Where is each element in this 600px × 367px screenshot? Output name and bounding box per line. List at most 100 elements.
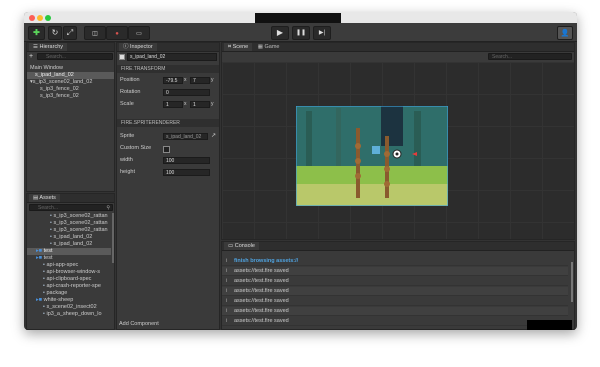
scale-y-input[interactable]: 1: [190, 101, 210, 108]
position-x-input[interactable]: -79.5: [163, 77, 183, 84]
hierarchy-node[interactable]: s_ip3_fence_02: [27, 93, 114, 100]
asset-item[interactable]: ▪ s_ipad_land_02: [27, 234, 111, 241]
height-label: height: [120, 169, 135, 175]
layout-toggle-button[interactable]: ▭: [128, 26, 150, 40]
asset-item[interactable]: ▪ s_ip3_scene02_rattan: [27, 227, 111, 234]
console-log-row[interactable]: i assets://test.fire saved: [222, 267, 568, 276]
pause-button[interactable]: ❚❚: [292, 26, 310, 40]
asset-item[interactable]: ▪ package: [27, 290, 111, 297]
transform-section-header[interactable]: FIRE.TRANSFORM: [117, 65, 219, 73]
add-node-button[interactable]: +: [29, 53, 37, 60]
play-button[interactable]: ▶: [271, 26, 289, 40]
console-log-row[interactable]: i finish browsing assets://: [222, 257, 568, 266]
selected-sprite: [372, 146, 380, 154]
position-y-input[interactable]: 7: [190, 77, 210, 84]
position-y-axis: y: [211, 77, 214, 83]
assets-panel: ▤ Assets Search... ⚲ ▪ s_ip3_scene02_ratt…: [26, 193, 115, 330]
rotation-input[interactable]: 0: [163, 89, 210, 96]
hierarchy-node[interactable]: ▾s_ip3_scene02_land_02: [27, 79, 114, 86]
sprite-section-header[interactable]: FIRE.SPRITERENDERER: [117, 119, 219, 127]
hierarchy-search-input[interactable]: Search...: [37, 53, 113, 60]
hierarchy-node-label: s_ip3_fence_02: [40, 93, 79, 99]
move-tool-button[interactable]: ✚: [28, 26, 45, 40]
tree-trunk: [414, 111, 421, 166]
assets-scrollbar[interactable]: [112, 213, 114, 263]
asset-item-label: s_ipad_land_02: [53, 241, 93, 247]
console-log-text: assets://test.fire saved: [234, 288, 289, 294]
minimize-window-button[interactable]: [37, 15, 43, 21]
width-input[interactable]: 100: [163, 157, 210, 164]
asset-item[interactable]: ▪ s_scene02_insect02: [27, 304, 111, 311]
scene-viewport[interactable]: [222, 62, 574, 239]
node-active-checkbox[interactable]: [119, 54, 125, 60]
close-window-button[interactable]: [29, 15, 35, 21]
hierarchy-node[interactable]: Main Window: [27, 65, 114, 72]
height-input[interactable]: 100: [163, 169, 210, 176]
game-canvas-preview[interactable]: [296, 106, 448, 206]
global-toggle-button[interactable]: ●: [106, 26, 128, 40]
console-header: ▭ Console: [222, 242, 574, 251]
asset-item[interactable]: ▪ api-crash-reporter-spe: [27, 283, 111, 290]
position-x-axis: x: [184, 77, 187, 83]
scene-search-input[interactable]: Search...: [488, 53, 572, 60]
scale-y-axis: y: [211, 101, 214, 107]
console-log-row[interactable]: i assets://test.fire saved: [222, 277, 568, 286]
user-avatar[interactable]: 👤: [557, 26, 573, 40]
console-log-text: finish browsing assets://: [234, 258, 299, 264]
assets-header: ▤ Assets: [27, 194, 114, 203]
add-component-button[interactable]: Add Component: [119, 321, 159, 327]
asset-item[interactable]: ▪ ip3_a_sheep_down_lo: [27, 311, 111, 318]
asset-item-label: api-clipboard-spec: [46, 276, 92, 282]
redacted-overlay: [527, 320, 572, 330]
custom-size-checkbox[interactable]: [163, 146, 170, 153]
console-log-text: assets://test.fire saved: [234, 318, 289, 324]
hierarchy-node-label: s_ip3_scene02_land_02: [32, 79, 93, 85]
open-sprite-icon[interactable]: ↗: [211, 132, 216, 139]
console-log-text: assets://test.fire saved: [234, 308, 289, 314]
asset-item-label: s_ipad_land_02: [53, 234, 93, 240]
zoom-window-button[interactable]: [45, 15, 51, 21]
asset-item[interactable]: ▪ api-clipboard-spec: [27, 276, 111, 283]
scale-icon: ⤢: [66, 28, 74, 37]
step-button[interactable]: ▶|: [313, 26, 331, 40]
global-icon: ●: [115, 31, 119, 37]
toolbar: ✚ ↻ ⤢ ◫ ● ▭ ▶ ❚❚ ▶| 👤: [24, 23, 577, 42]
console-log-row[interactable]: i assets://test.fire saved: [222, 297, 568, 306]
sprite-asset-field[interactable]: s_ipad_land_02: [163, 133, 208, 140]
asset-item[interactable]: ▪ api-app-spec: [27, 262, 111, 269]
asset-item[interactable]: ▪ s_ipad_land_02: [27, 241, 111, 248]
info-icon: i: [226, 268, 228, 274]
console-log-list: i finish browsing assets:// i assets://test…: [222, 251, 574, 329]
asset-item[interactable]: ▪ s_ip3_scene02_rattan: [27, 220, 111, 227]
scale-x-input[interactable]: 1: [163, 101, 183, 108]
console-log-row[interactable]: i assets://test.fire saved: [222, 317, 568, 326]
asset-item[interactable]: ▪ s_ip3_scene02_rattan: [27, 213, 111, 220]
scene-tabs: ⌗ Scene ▦ Game: [222, 43, 574, 52]
assets-search-input[interactable]: Search... ⚲: [29, 204, 113, 211]
tab-game[interactable]: ▦ Game: [254, 43, 284, 51]
asset-item[interactable]: ▸■ test: [27, 248, 111, 255]
rotate-icon: ↻: [51, 28, 59, 37]
width-label: width: [120, 157, 133, 163]
asset-item-label: s_ip3_scene02_rattan: [53, 213, 108, 219]
hierarchy-node-label: s_ipad_land_02: [35, 72, 74, 78]
asset-item-label: api-browser-window-s: [46, 269, 100, 275]
tree-trunk: [336, 108, 341, 166]
console-title: Console: [234, 243, 255, 249]
scale-tool-button[interactable]: ⤢: [63, 26, 77, 40]
asset-item[interactable]: ▸■ white-sheep: [27, 297, 111, 304]
hierarchy-node[interactable]: s_ipad_land_02: [27, 72, 114, 79]
tab-scene[interactable]: ⌗ Scene: [224, 43, 253, 51]
step-icon: ▶|: [318, 30, 326, 36]
hierarchy-title: Hierarchy: [39, 44, 64, 50]
console-log-row[interactable]: i assets://test.fire saved: [222, 287, 568, 296]
asset-item[interactable]: ▸■ test: [27, 255, 111, 262]
node-name-input[interactable]: s_ipad_land_02: [127, 53, 217, 61]
rotation-label: Rotation: [120, 89, 141, 95]
hierarchy-node[interactable]: s_ip3_fence_02: [27, 86, 114, 93]
pivot-toggle-button[interactable]: ◫: [84, 26, 106, 40]
asset-item[interactable]: ▪ api-browser-window-s: [27, 269, 111, 276]
console-scrollbar[interactable]: [571, 262, 573, 302]
console-log-row[interactable]: i assets://test.fire saved: [222, 307, 568, 316]
rotate-tool-button[interactable]: ↻: [48, 26, 62, 40]
